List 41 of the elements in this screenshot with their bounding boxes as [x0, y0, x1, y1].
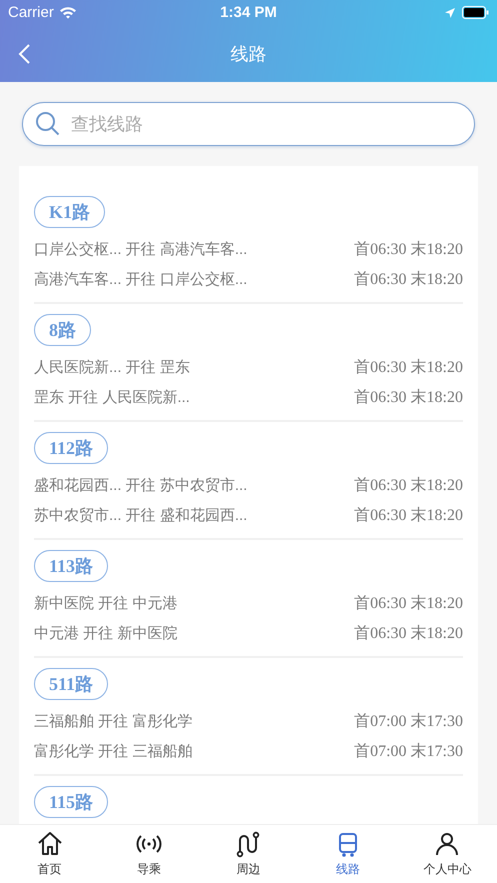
search-field[interactable]: 查找线路 — [22, 102, 475, 146]
route-badge[interactable]: 8路 — [34, 314, 91, 346]
service-times: 首06:30 末18:20 — [354, 358, 463, 378]
wifi-icon — [58, 6, 77, 19]
route-direction[interactable]: 新中医院 开往 中元港 — [34, 594, 178, 612]
service-times: 首07:00 末17:30 — [354, 742, 463, 762]
back-button[interactable] — [18, 42, 32, 64]
location-arrow-icon — [444, 6, 456, 18]
service-times: 首06:30 末18:20 — [354, 624, 463, 644]
route-direction[interactable]: 口岸公交枢... 开往 高港汽车客... — [34, 240, 248, 258]
route-badge[interactable]: K1路 — [34, 196, 106, 228]
route-direction[interactable]: 三福船舶 开往 富彤化学 — [34, 712, 192, 730]
route-direction[interactable]: 盛和花园西... 开往 苏中农贸市... — [34, 476, 248, 494]
battery-icon — [462, 6, 489, 19]
clock-time: 1:34 PM — [220, 4, 277, 21]
route-badge[interactable]: 113路 — [34, 550, 108, 582]
home-icon — [36, 830, 64, 858]
tab-item[interactable]: 首页 — [0, 825, 100, 883]
route-badge[interactable]: 115路 — [34, 786, 108, 818]
service-times: 首06:30 末18:20 — [354, 506, 463, 526]
route-badge[interactable]: 511路 — [34, 668, 108, 700]
route-direction[interactable]: 罡东 开往 人民医院新... — [34, 388, 190, 406]
route-direction[interactable]: 苏中农贸市... 开往 盛和花园西... — [34, 506, 248, 524]
route-direction[interactable]: 高港汽车客... 开往 口岸公交枢... — [34, 270, 248, 288]
service-times: 首06:30 末18:20 — [354, 388, 463, 408]
tab-item[interactable]: 导乘 — [99, 825, 199, 883]
route-direction[interactable]: 中元港 开往 新中医院 — [34, 624, 178, 642]
route-badge[interactable]: 112路 — [34, 432, 108, 464]
route-direction[interactable]: 富彤化学 开往 三福船舶 — [34, 742, 192, 760]
route-direction[interactable]: 人民医院新... 开往 罡东 — [34, 358, 190, 376]
service-times: 首07:00 末17:30 — [354, 712, 463, 732]
tab-item[interactable]: 个人中心 — [398, 825, 497, 883]
carrier-name: Carrier — [8, 4, 54, 21]
service-times: 首06:30 末18:20 — [354, 270, 463, 290]
tab-item[interactable]: 周边 — [198, 825, 298, 883]
service-times: 首06:30 末18:20 — [354, 240, 463, 260]
page-title: 线路 — [230, 42, 266, 66]
service-times: 首06:30 末18:20 — [354, 476, 463, 496]
service-times: 首06:30 末18:20 — [354, 594, 463, 614]
search-icon — [34, 110, 62, 138]
tab-item[interactable]: 线路 — [298, 825, 398, 883]
